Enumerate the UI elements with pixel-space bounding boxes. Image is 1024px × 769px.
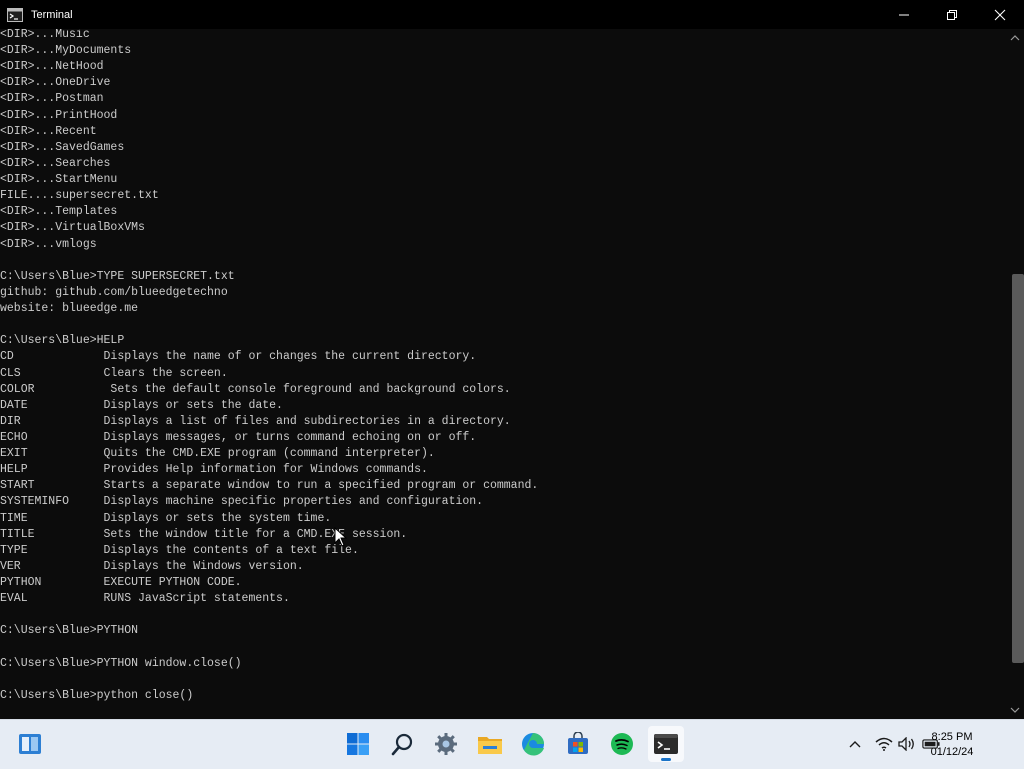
- show-hidden-icons-button[interactable]: [846, 736, 864, 752]
- console-line: website: blueedge.me: [0, 302, 139, 316]
- widgets-icon: [19, 734, 41, 754]
- clock-time: 8:25 PM: [931, 731, 973, 743]
- console-output[interactable]: <DIR>...Music <DIR>...MyDocuments <DIR>...…: [0, 29, 1006, 719]
- console-line: EXIT Quits the CMD.EXE program (command …: [0, 447, 435, 461]
- clock-date: 01/12/24: [930, 746, 974, 758]
- console-line: FILE....supersecret.txt: [0, 189, 159, 203]
- console-line: HELP Provides Help information for Windo…: [0, 463, 428, 477]
- start-button[interactable]: [340, 726, 376, 762]
- spotify-icon: [611, 733, 633, 755]
- taskbar: 8:25 PM 01/12/24: [0, 719, 1024, 769]
- console-line: C:\Users\Blue>TYPE SUPERSECRET.txt: [0, 269, 235, 283]
- console-line: TIME Displays or sets the system time.: [0, 511, 332, 525]
- title-bar[interactable]: Terminal: [0, 0, 1024, 29]
- console-line: SYSTEMINFO Displays machine specific pro…: [0, 495, 484, 509]
- console-line: START Starts a separate window to run a …: [0, 479, 539, 493]
- restore-icon: [947, 9, 957, 20]
- console-line: <DIR>...Searches: [0, 156, 111, 170]
- console-line: CD Displays the name of or changes the c…: [0, 350, 477, 364]
- edge-icon: [522, 733, 544, 756]
- console-line: VER Displays the Windows version.: [0, 559, 304, 573]
- console-line: CLS Clears the screen.: [0, 366, 228, 380]
- search-button[interactable]: [385, 726, 421, 762]
- start-icon: [347, 733, 369, 755]
- network-button[interactable]: [875, 736, 893, 752]
- console-line: DIR Displays a list of files and subdire…: [0, 414, 511, 428]
- minimize-icon: [899, 14, 909, 15]
- console-line: github: github.com/blueedgetechno: [0, 285, 228, 299]
- chevron-up-icon: [849, 741, 861, 748]
- console-line: <DIR>...PrintHood: [0, 108, 118, 122]
- console-line: <DIR>...Postman: [0, 92, 104, 106]
- restore-button[interactable]: [928, 0, 976, 29]
- console-line: <DIR>...Music: [0, 29, 90, 41]
- close-icon: [994, 9, 1006, 20]
- console-line: <DIR>...vmlogs: [0, 237, 97, 251]
- terminal-app-icon: [7, 7, 23, 22]
- console-line: <DIR>...Templates: [0, 205, 118, 219]
- minimize-button[interactable]: [880, 0, 928, 29]
- console-line: C:\Users\Blue>PYTHON: [0, 624, 139, 638]
- console-line: C:\Users\Blue>python close(): [0, 688, 194, 702]
- console-line: <DIR>...Recent: [0, 124, 97, 138]
- console-line: C:\Users\Blue>HELP: [0, 334, 125, 348]
- console-line: TYPE Displays the contents of a text fil…: [0, 543, 359, 557]
- wifi-icon: [875, 737, 893, 751]
- close-button[interactable]: [976, 0, 1024, 29]
- system-clock[interactable]: 8:25 PM 01/12/24: [922, 730, 982, 760]
- file-explorer-icon: [478, 737, 502, 754]
- spotify-button[interactable]: [604, 726, 640, 762]
- file-explorer-button[interactable]: [472, 726, 508, 762]
- settings-button[interactable]: [428, 726, 464, 762]
- console-line: PYTHON EXECUTE PYTHON CODE.: [0, 576, 242, 590]
- console-line: <DIR>...OneDrive: [0, 76, 111, 90]
- console-line: <DIR>...MyDocuments: [0, 44, 132, 58]
- console-line: <DIR>...NetHood: [0, 60, 104, 74]
- terminal-icon: [654, 734, 678, 754]
- search-icon: [391, 733, 413, 756]
- console-line: C:\Users\Blue>PYTHON window.close(): [0, 656, 242, 670]
- window-controls: [880, 0, 1024, 29]
- console-line: <DIR>...StartMenu: [0, 173, 118, 187]
- edge-button[interactable]: [515, 726, 551, 762]
- mouse-cursor-icon: [334, 527, 348, 547]
- scrollbar-thumb[interactable]: [1012, 274, 1024, 663]
- console-line: <DIR>...SavedGames: [0, 140, 125, 154]
- scroll-down-icon[interactable]: [1010, 705, 1020, 715]
- volume-button[interactable]: [898, 736, 916, 752]
- volume-icon: [898, 737, 914, 751]
- console-line: COLOR Sets the default console foregroun…: [0, 382, 511, 396]
- widgets-button[interactable]: [12, 726, 48, 762]
- settings-icon: [435, 733, 457, 755]
- window-title: Terminal: [31, 8, 73, 21]
- active-app-indicator: [661, 758, 671, 761]
- store-button[interactable]: [560, 726, 596, 762]
- console-line: ECHO Displays messages, or turns command…: [0, 431, 477, 444]
- terminal-button[interactable]: [648, 726, 684, 762]
- vertical-scrollbar[interactable]: [1006, 29, 1024, 719]
- console-line: <DIR>...VirtualBoxVMs: [0, 221, 145, 235]
- store-icon: [568, 732, 588, 754]
- scroll-up-icon[interactable]: [1010, 33, 1020, 43]
- console-line: DATE Displays or sets the date.: [0, 398, 283, 412]
- console-line: EVAL RUNS JavaScript statements.: [0, 592, 290, 606]
